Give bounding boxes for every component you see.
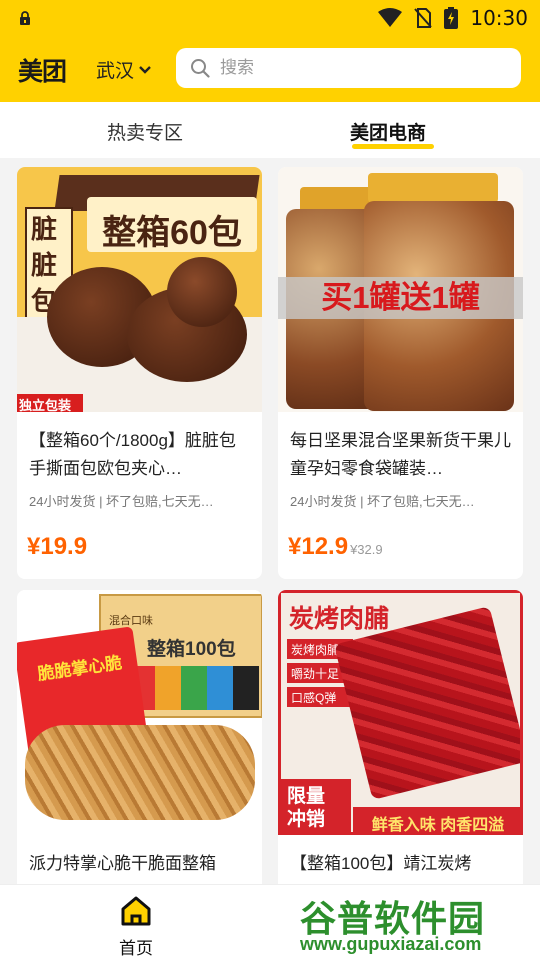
no-sim-icon [414,8,433,28]
product-original-price: ¥32.9 [350,542,383,557]
product-label: 混合口味 [109,615,153,627]
wifi-icon [378,8,403,27]
product-image: 炭烤肉脯 炭烤肉脯 嚼劲十足 口感Q弹 限量冲销 鲜香入味 肉香四溢 [278,590,523,835]
product-label: 限量冲销 [287,786,326,830]
tab-meituan-ecommerce[interactable]: 美团电商 [350,118,426,145]
product-label: 炭烤肉脯 [291,643,340,657]
product-label: 嚼劲十足 [291,667,340,681]
product-shipping-info: 24小时发货 | 坏了包赔,七天无… [290,494,475,509]
product-card[interactable]: 整箱60包 脏脏包 独立包装 【整箱60个/1800g】脏脏包手撕面包欧包夹心…… [17,167,262,579]
promo-text: 整箱60包 [102,214,242,252]
search-icon [191,59,210,78]
battery-charging-icon [444,7,459,29]
search-bar[interactable] [176,48,521,88]
price-row: ¥12.9 ¥32.9 [288,533,383,561]
watermark: 谷普软件园 www.gupuxiazai.com [296,890,540,958]
city-selector[interactable]: 武汉 [96,56,152,83]
search-input[interactable] [218,57,502,79]
app-logo: 美团 [18,58,67,86]
product-shipping-info: 24小时发货 | 坏了包赔,七天无… [29,494,214,509]
nav-home[interactable]: 首页 [112,895,160,959]
product-title: 每日坚果混合坚果新货干果儿童孕妇零食袋罐装… [290,431,511,478]
product-card[interactable]: 买1罐送1罐 每日坚果混合坚果新货干果儿童孕妇零食袋罐装… 24小时发货 | 坏… [278,167,523,579]
product-card[interactable]: 混合口味 整箱100包 脆脆掌心脆 派力特掌心脆干脆面整箱 [17,590,262,910]
tab-hot-sale[interactable]: 热卖专区 [107,118,183,145]
product-image: 混合口味 整箱100包 脆脆掌心脆 [17,590,262,835]
product-label: 口感Q弹 [291,691,337,705]
city-label: 武汉 [96,61,135,82]
badge-individual-pack: 独立包装 [19,398,72,412]
chevron-down-icon [139,65,151,74]
promo-text: 买1罐送1罐 [321,280,480,315]
product-image: 整箱60包 脏脏包 独立包装 [17,167,262,412]
product-label: 炭烤肉脯 [289,605,390,633]
status-time: 10:30 [470,6,528,30]
active-tab-indicator [352,144,434,149]
category-tabs: 热卖专区 美团电商 [0,102,540,158]
header: 美团 武汉 [0,36,540,102]
product-price: ¥19.9 [27,533,88,560]
product-title: 【整箱60个/1800g】脏脏包手撕面包欧包夹心… [29,431,236,478]
status-bar: 10:30 [0,0,540,36]
price-row: ¥19.9 [27,533,89,561]
product-label: 整箱100包 [147,639,236,660]
home-icon [121,896,151,926]
product-card[interactable]: 炭烤肉脯 炭烤肉脯 嚼劲十足 口感Q弹 限量冲销 鲜香入味 肉香四溢 【整箱10… [278,590,523,910]
nav-home-label: 首页 [119,939,153,958]
watermark-url: www.gupuxiazai.com [300,934,482,954]
product-image: 买1罐送1罐 [278,167,523,412]
product-price: ¥12.9 [288,533,349,560]
product-slogan: 鲜香入味 肉香四溢 [371,817,505,834]
lock-icon [20,11,30,25]
